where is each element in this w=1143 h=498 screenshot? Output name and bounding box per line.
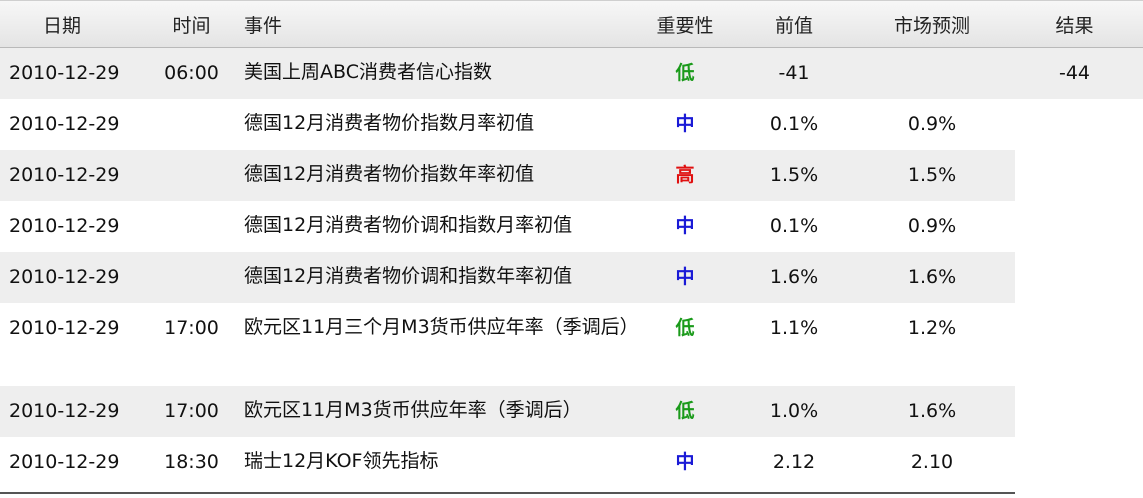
row-forecast: 1.6%	[907, 266, 957, 288]
row-event: 德国12月消费者物价调和指数月率初值	[244, 214, 573, 236]
header-date[interactable]: 日期	[0, 11, 148, 38]
row-importance: 高	[675, 164, 695, 186]
row-time: 06:00	[164, 62, 219, 84]
row-event: 欧元区11月M3货币供应年率（季调后）	[244, 399, 582, 421]
row-event: 德国12月消费者物价指数月率初值	[244, 112, 535, 134]
header-time[interactable]: 时间	[148, 11, 235, 38]
header-importance[interactable]: 重要性	[640, 11, 730, 38]
row-forecast	[858, 48, 1006, 61]
row-time	[148, 150, 235, 163]
row-previous: -41	[778, 62, 810, 84]
row-importance: 低	[675, 317, 695, 339]
row-previous: 1.0%	[769, 400, 819, 422]
row-date: 2010-12-29	[9, 400, 120, 422]
row-previous: 1.6%	[769, 266, 819, 288]
row-time	[148, 201, 235, 214]
table-row[interactable]: 2010-12-29 德国12月消费者物价指数月率初值 中 0.1% 0.9%	[0, 99, 1015, 150]
row-importance: 低	[675, 62, 695, 84]
row-time	[148, 252, 235, 265]
table-row[interactable]: 2010-12-29 德国12月消费者物价调和指数年率初值 中 1.6% 1.6…	[0, 252, 1015, 303]
table-row[interactable]: 2010-12-29 17:00 欧元区11月三个月M3货币供应年率（季调后） …	[0, 303, 1015, 386]
row-previous: 1.1%	[769, 317, 819, 339]
header-previous[interactable]: 前值	[730, 11, 858, 38]
header-result[interactable]: 结果	[1006, 11, 1143, 38]
row-date: 2010-12-29	[9, 451, 120, 473]
table-row[interactable]: 2010-12-29 德国12月消费者物价指数年率初值 高 1.5% 1.5%	[0, 150, 1015, 201]
row-previous: 0.1%	[769, 113, 819, 135]
row-forecast: 1.2%	[907, 317, 957, 339]
row-forecast: 0.9%	[907, 113, 957, 135]
table-row[interactable]: 2010-12-29 17:00 欧元区11月M3货币供应年率（季调后） 低 1…	[0, 386, 1015, 437]
row-result: -44	[1058, 62, 1091, 84]
row-previous: 2.12	[772, 451, 816, 473]
row-date: 2010-12-29	[9, 164, 120, 186]
row-date: 2010-12-29	[9, 215, 120, 237]
row-forecast: 2.10	[910, 451, 954, 473]
row-date: 2010-12-29	[9, 317, 120, 339]
row-date: 2010-12-29	[9, 62, 120, 84]
row-forecast: 1.5%	[907, 164, 957, 186]
row-date: 2010-12-29	[9, 266, 120, 288]
row-event: 德国12月消费者物价调和指数年率初值	[244, 265, 573, 287]
header-forecast[interactable]: 市场预测	[858, 11, 1006, 38]
row-importance: 中	[675, 215, 695, 237]
row-time: 17:00	[164, 317, 219, 339]
row-time	[148, 99, 235, 112]
table-row[interactable]: 2010-12-29 06:00 美国上周ABC消费者信心指数 低 -41 -4…	[0, 48, 1143, 99]
row-event: 欧元区11月三个月M3货币供应年率（季调后）	[244, 316, 630, 338]
header-event[interactable]: 事件	[235, 11, 640, 38]
table-row[interactable]: 2010-12-29 德国12月消费者物价调和指数月率初值 中 0.1% 0.9…	[0, 201, 1015, 252]
row-previous: 0.1%	[769, 215, 819, 237]
row-event: 瑞士12月KOF领先指标	[244, 450, 439, 472]
table-bottom-border	[0, 492, 1015, 494]
row-date: 2010-12-29	[9, 113, 120, 135]
row-time: 17:00	[164, 400, 219, 422]
row-importance: 中	[675, 266, 695, 288]
row-forecast: 1.6%	[907, 400, 957, 422]
row-event: 美国上周ABC消费者信心指数	[244, 61, 492, 83]
economic-calendar-table: 日期 时间 事件 重要性 前值 市场预测 结果 2010-12-29 06:00…	[0, 0, 1143, 488]
row-forecast: 0.9%	[907, 215, 957, 237]
table-row[interactable]: 2010-12-29 18:30 瑞士12月KOF领先指标 中 2.12 2.1…	[0, 437, 1015, 488]
row-importance: 中	[675, 113, 695, 135]
row-time: 18:30	[164, 451, 219, 473]
table-header: 日期 时间 事件 重要性 前值 市场预测 结果	[0, 0, 1143, 48]
row-importance: 中	[675, 451, 695, 473]
row-importance: 低	[675, 400, 695, 422]
row-previous: 1.5%	[769, 164, 819, 186]
row-event: 德国12月消费者物价指数年率初值	[244, 163, 535, 185]
